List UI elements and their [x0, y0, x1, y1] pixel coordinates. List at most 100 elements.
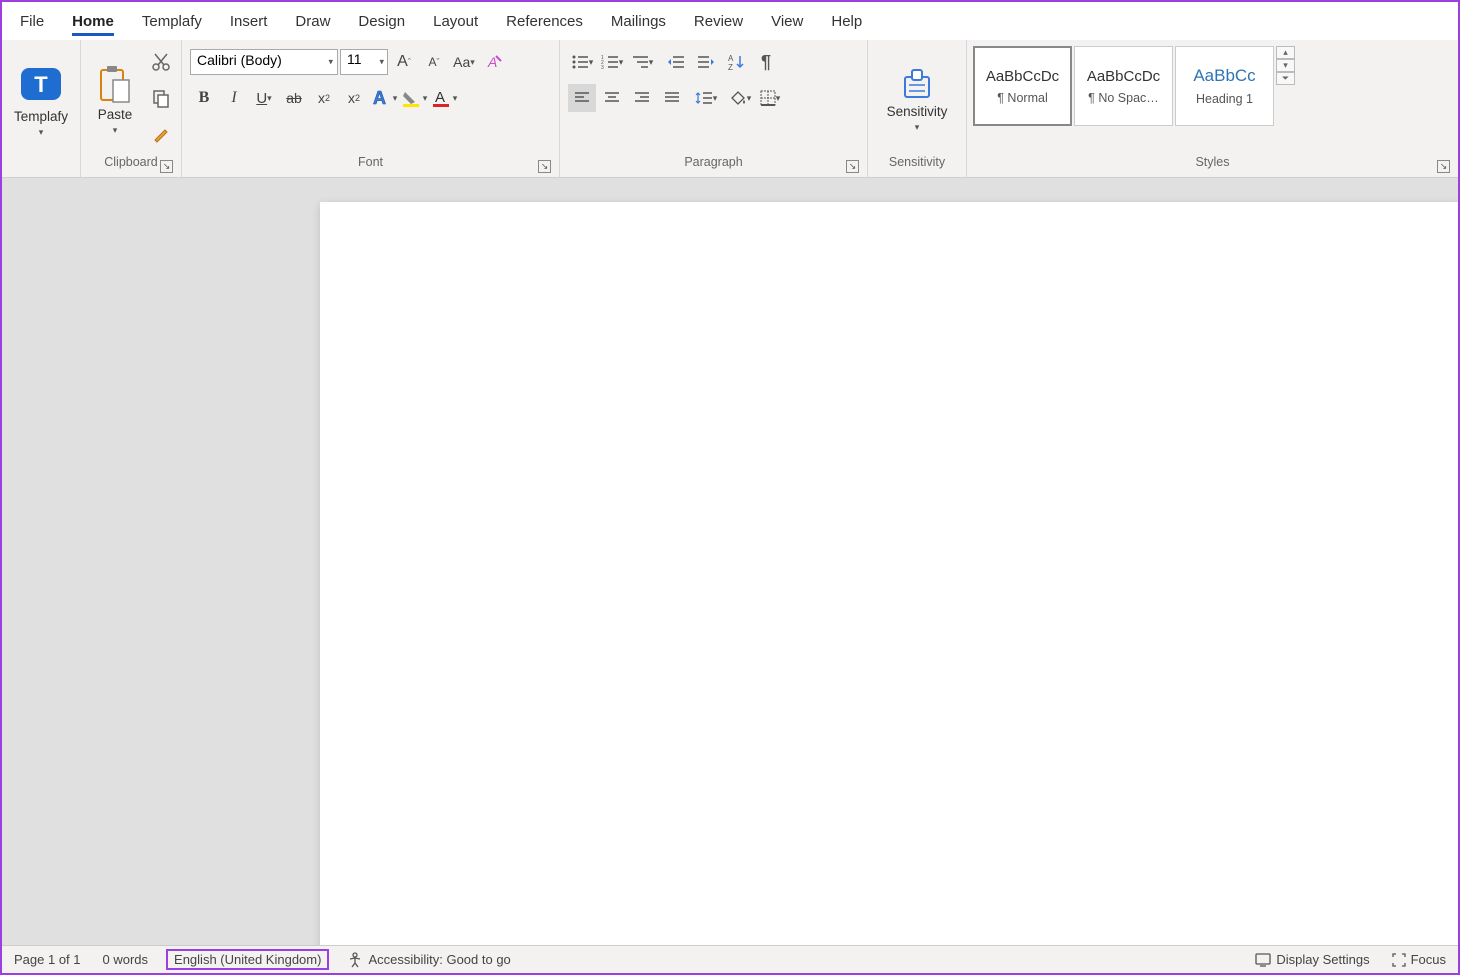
group-clipboard: Paste ▾ Clipboard ↘ [81, 40, 182, 177]
bullets-button[interactable]: ▾ [568, 48, 596, 76]
tab-draw[interactable]: Draw [281, 7, 344, 36]
strikethrough-button[interactable]: ab [280, 84, 308, 112]
justify-icon [664, 91, 680, 105]
group-label-sensitivity: Sensitivity [874, 155, 960, 175]
accessibility-icon [347, 952, 363, 968]
shading-button[interactable]: ▾ [726, 84, 754, 112]
font-color-button[interactable]: A▾ [430, 84, 458, 112]
grow-font-button[interactable]: Aˆ [390, 48, 418, 76]
clipboard-dialog-launcher[interactable]: ↘ [160, 160, 173, 173]
style-no-spacing[interactable]: AaBbCcDc ¶ No Spac… [1074, 46, 1173, 126]
subscript-button[interactable]: x2 [310, 84, 338, 112]
align-right-button[interactable] [628, 84, 656, 112]
status-display-settings[interactable]: Display Settings [1251, 950, 1373, 969]
line-spacing-button[interactable]: ▾ [692, 84, 720, 112]
borders-icon [760, 90, 776, 106]
numbering-icon: 123 [601, 54, 619, 70]
sort-button[interactable]: AZ [722, 48, 750, 76]
paint-bucket-icon [729, 90, 747, 106]
tab-home[interactable]: Home [58, 7, 128, 36]
style-normal[interactable]: AaBbCcDc ¶ Normal [973, 46, 1072, 126]
tab-mailings[interactable]: Mailings [597, 7, 680, 36]
bullets-icon [571, 54, 589, 70]
status-bar: Page 1 of 1 0 words English (United King… [2, 945, 1458, 973]
status-language[interactable]: English (United Kingdom) [166, 949, 329, 970]
styles-dialog-launcher[interactable]: ↘ [1437, 160, 1450, 173]
style-preview-text: AaBbCcDc [986, 68, 1059, 85]
tab-design[interactable]: Design [344, 7, 419, 36]
svg-text:A: A [728, 54, 734, 63]
styles-expand[interactable]: ⏷ [1276, 72, 1295, 85]
align-right-icon [634, 91, 650, 105]
align-left-button[interactable] [568, 84, 596, 112]
group-templafy: T Templafy ▾ [2, 40, 81, 177]
change-case-button[interactable]: Aa▾ [450, 48, 478, 76]
italic-button[interactable]: I [220, 84, 248, 112]
sensitivity-button[interactable]: Sensitivity ▾ [874, 44, 960, 155]
paste-icon [97, 64, 133, 104]
text-effects-button[interactable]: A▾ [370, 84, 398, 112]
status-accessibility[interactable]: Accessibility: Good to go [343, 950, 514, 970]
sensitivity-icon [899, 67, 935, 101]
paste-button[interactable]: Paste ▾ [87, 44, 143, 155]
menu-bar: File Home Templafy Insert Draw Design La… [2, 2, 1458, 40]
tab-help[interactable]: Help [817, 7, 876, 36]
brush-icon [151, 124, 171, 144]
show-hide-button[interactable]: ¶ [752, 48, 780, 76]
borders-button[interactable]: ▾ [756, 84, 784, 112]
cut-button[interactable] [147, 48, 175, 76]
text-effects-icon: A [371, 88, 393, 108]
style-name-label: ¶ Normal [997, 91, 1047, 105]
font-name-combo[interactable]: Calibri (Body)▾ [190, 49, 338, 75]
tab-insert[interactable]: Insert [216, 7, 282, 36]
svg-text:3: 3 [601, 65, 604, 70]
style-preview-text: AaBbCcDc [1087, 68, 1160, 85]
format-painter-button[interactable] [147, 120, 175, 148]
display-icon [1255, 953, 1271, 967]
styles-scroll-down[interactable]: ▾ [1276, 59, 1295, 72]
tab-review[interactable]: Review [680, 7, 757, 36]
styles-scroll-up[interactable]: ▴ [1276, 46, 1295, 59]
tab-file[interactable]: File [6, 7, 58, 36]
justify-button[interactable] [658, 84, 686, 112]
multilevel-list-button[interactable]: ▾ [628, 48, 656, 76]
svg-text:Z: Z [728, 63, 733, 71]
font-color-icon: A [431, 88, 453, 108]
svg-text:T: T [34, 72, 48, 97]
status-page[interactable]: Page 1 of 1 [10, 950, 85, 969]
indent-icon [697, 54, 715, 70]
decrease-indent-button[interactable] [662, 48, 690, 76]
tab-references[interactable]: References [492, 7, 597, 36]
shrink-font-button[interactable]: Aˇ [420, 48, 448, 76]
clear-formatting-button[interactable]: A [480, 48, 508, 76]
style-name-label: Heading 1 [1196, 92, 1253, 106]
group-label-styles: Styles ↘ [973, 155, 1452, 175]
font-dialog-launcher[interactable]: ↘ [538, 160, 551, 173]
style-heading-1[interactable]: AaBbCc Heading 1 [1175, 46, 1274, 126]
superscript-button[interactable]: x2 [340, 84, 368, 112]
paragraph-dialog-launcher[interactable]: ↘ [846, 160, 859, 173]
increase-indent-button[interactable] [692, 48, 720, 76]
highlighter-icon [401, 88, 423, 108]
tab-layout[interactable]: Layout [419, 7, 492, 36]
status-words[interactable]: 0 words [99, 950, 153, 969]
font-size-combo[interactable]: 11▾ [340, 49, 388, 75]
tab-view[interactable]: View [757, 7, 817, 36]
templafy-button[interactable]: T Templafy ▾ [8, 44, 74, 155]
editor-area[interactable] [2, 178, 1458, 945]
group-label-templafy [8, 155, 74, 175]
highlight-button[interactable]: ▾ [400, 84, 428, 112]
status-focus[interactable]: Focus [1388, 950, 1450, 969]
bold-button[interactable]: B [190, 84, 218, 112]
underline-button[interactable]: U▾ [250, 84, 278, 112]
align-center-button[interactable] [598, 84, 626, 112]
copy-icon [151, 88, 171, 108]
tab-templafy[interactable]: Templafy [128, 7, 216, 36]
numbering-button[interactable]: 123▾ [598, 48, 626, 76]
sensitivity-label: Sensitivity [887, 104, 948, 119]
align-left-icon [574, 91, 590, 105]
group-font: Calibri (Body)▾ 11▾ Aˆ Aˇ Aa▾ A B I U▾ a… [182, 40, 560, 177]
document-page[interactable] [320, 202, 1458, 945]
copy-button[interactable] [147, 84, 175, 112]
group-paragraph: ▾ 123▾ ▾ AZ ¶ ▾ ▾ ▾ Paragr [560, 40, 868, 177]
